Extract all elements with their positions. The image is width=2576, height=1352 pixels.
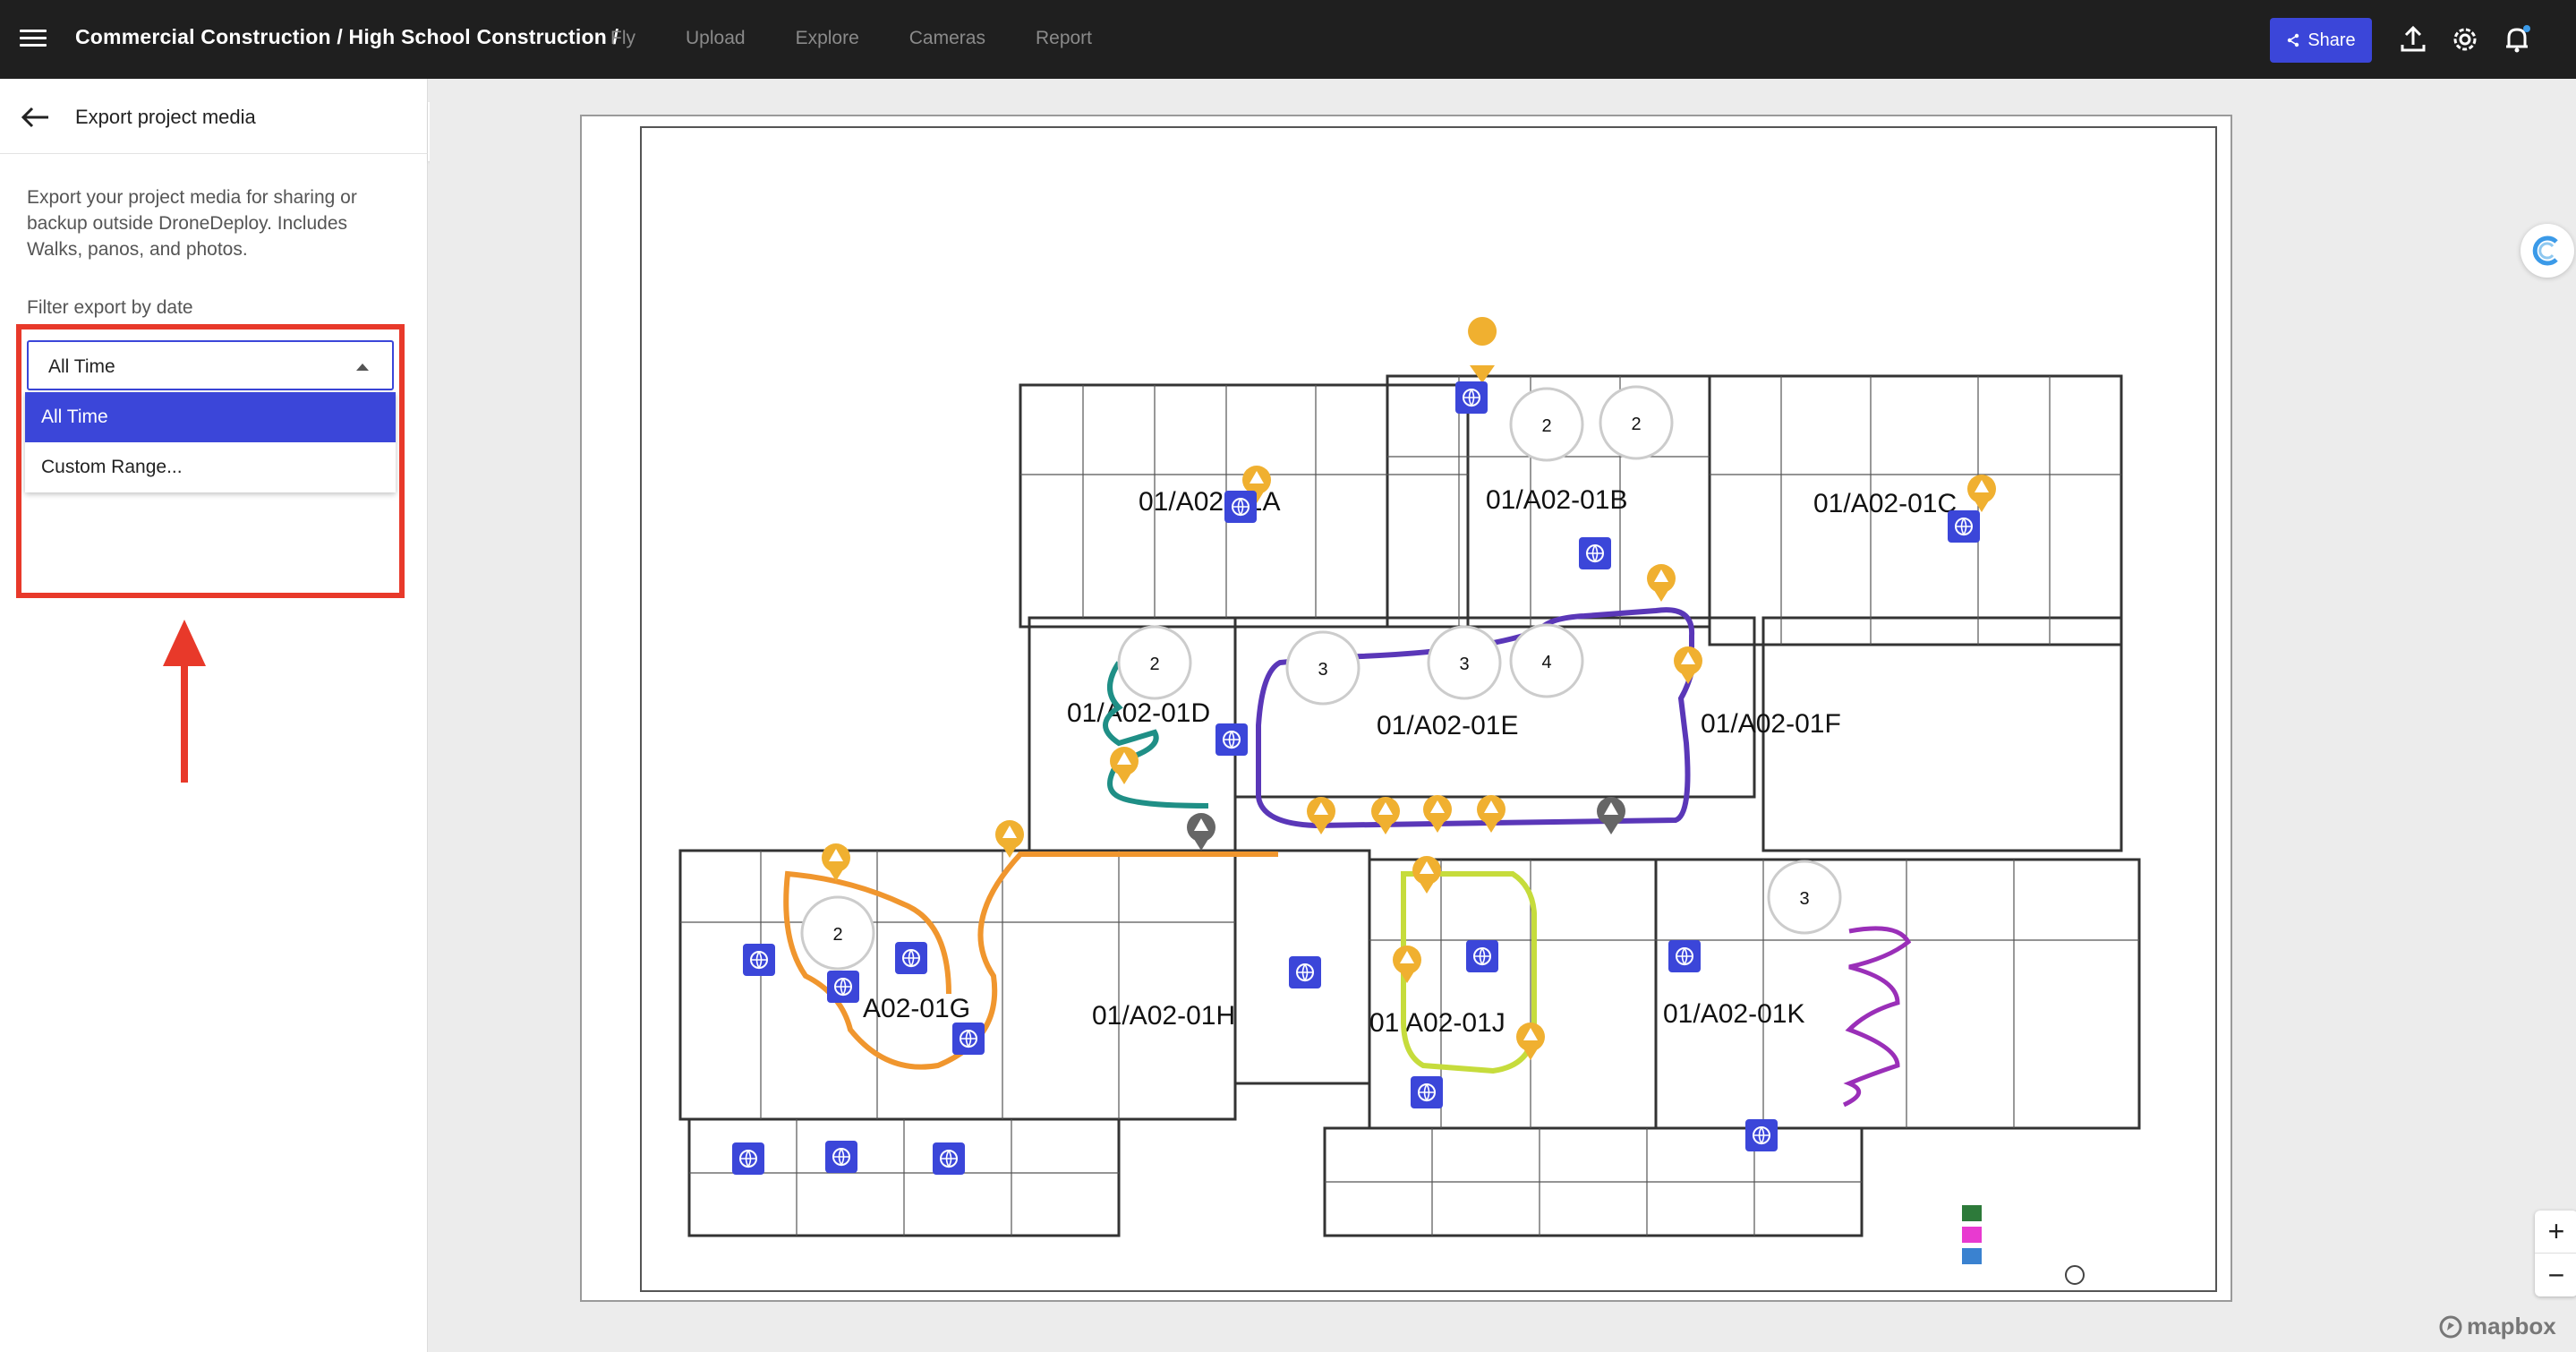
cluster-marker[interactable]: 2 — [800, 895, 875, 971]
pano-globe-icon[interactable] — [1466, 940, 1498, 972]
mapbox-attribution[interactable]: mapbox — [2438, 1313, 2556, 1340]
cluster-count: 2 — [1631, 415, 1641, 434]
warning-pin-icon[interactable] — [1110, 747, 1139, 784]
warning-pin-icon[interactable] — [1477, 795, 1506, 833]
top-bar: Commercial Construction / High School Co… — [0, 0, 2576, 79]
pano-globe-icon[interactable] — [1579, 537, 1611, 569]
upload-icon[interactable] — [2397, 23, 2429, 56]
pano-globe-icon[interactable] — [827, 971, 859, 1003]
walk-path-magenta[interactable] — [1842, 926, 1912, 1108]
mapbox-label: mapbox — [2467, 1313, 2556, 1339]
cluster-count: 3 — [1318, 660, 1327, 680]
warning-pin-icon[interactable] — [1423, 795, 1452, 833]
cluster-count: 2 — [1541, 416, 1551, 436]
area-label-01b: 01/A02-01B — [1486, 485, 1627, 515]
pano-globe-icon[interactable] — [1215, 723, 1248, 756]
warning-pin-icon[interactable] — [1393, 946, 1421, 983]
cluster-marker[interactable]: 2 — [1117, 625, 1192, 700]
pano-globe-icon[interactable] — [952, 1023, 985, 1055]
area-label-01c: 01/A02-01C — [1813, 489, 1957, 518]
cluster-marker[interactable]: 3 — [1427, 625, 1502, 700]
export-media-panel: Export project media Export your project… — [0, 79, 428, 1352]
panel-title: Export project media — [75, 106, 256, 128]
cluster-count: 2 — [1149, 655, 1159, 674]
tab-fly[interactable]: Fly — [610, 28, 635, 49]
cluster-marker[interactable]: 2 — [1509, 387, 1584, 462]
tab-upload[interactable]: Upload — [686, 28, 746, 49]
panel-description: Export your project media for sharing or… — [27, 187, 357, 260]
warning-pin-icon[interactable] — [1468, 317, 1497, 383]
floor-plan-drawing: 01/A02-01A 01/A02-01B 01/A02-01C 01/A02-… — [640, 126, 2217, 1292]
zoom-controls: + − — [2535, 1211, 2576, 1296]
filter-date-label: Filter export by date — [27, 297, 193, 318]
cluster-count: 3 — [1459, 655, 1469, 674]
walk-path-lime[interactable] — [1401, 871, 1537, 1074]
share-icon — [2288, 33, 2299, 47]
cluster-count: 3 — [1799, 889, 1809, 909]
mapbox-logo-icon — [2439, 1315, 2462, 1338]
tab-cameras[interactable]: Cameras — [909, 28, 985, 49]
red-arrow-icon — [163, 620, 206, 783]
pano-globe-icon[interactable] — [1411, 1076, 1443, 1108]
pano-globe-icon[interactable] — [1948, 510, 1980, 543]
issue-pins — [822, 317, 1996, 1060]
warning-pin-icon[interactable] — [1516, 1023, 1545, 1060]
pano-globe-icon[interactable] — [1289, 956, 1321, 988]
bell-icon[interactable] — [2501, 23, 2533, 56]
back-arrow-icon[interactable] — [20, 106, 50, 129]
cluster-count: 4 — [1541, 653, 1551, 672]
warning-pin-icon[interactable] — [1371, 797, 1400, 834]
warning-pin-icon[interactable] — [1674, 646, 1702, 684]
panel-header: Export project media — [0, 79, 428, 154]
zoom-in-button[interactable]: + — [2535, 1211, 2576, 1254]
pano-globe-icon[interactable] — [1455, 381, 1488, 414]
area-label-01f: 01/A02-01F — [1701, 709, 1841, 739]
highlight-box — [16, 324, 405, 598]
plan-legend — [1962, 1205, 1982, 1264]
area-label-01e: 01/A02-01E — [1377, 711, 1518, 740]
tab-explore[interactable]: Explore — [796, 28, 859, 49]
pano-globe-icon[interactable] — [1224, 491, 1257, 523]
cluster-marker[interactable]: 3 — [1767, 860, 1842, 935]
grey-pin-icon[interactable] — [1597, 797, 1625, 834]
pano-globe-icon[interactable] — [743, 944, 775, 976]
area-label-01j: 01 A02-01J — [1369, 1008, 1506, 1038]
nav-tabs: Fly Upload Explore Cameras Report — [610, 28, 1142, 49]
cluster-marker[interactable]: 2 — [1599, 385, 1674, 460]
cluster-marker[interactable]: 4 — [1509, 623, 1584, 698]
breadcrumb[interactable]: Commercial Construction / High School Co… — [75, 25, 618, 49]
warning-pin-icon[interactable] — [1412, 856, 1441, 894]
cluster-marker[interactable]: 3 — [1285, 630, 1361, 706]
pano-pins — [732, 381, 1980, 1175]
north-arrow-icon — [2065, 1265, 2085, 1285]
pano-globe-icon[interactable] — [732, 1142, 764, 1175]
floor-plan-sheet[interactable]: 01/A02-01A 01/A02-01B 01/A02-01C 01/A02-… — [580, 115, 2232, 1302]
warning-pin-icon[interactable] — [1647, 564, 1676, 602]
warning-pin-icon[interactable] — [1967, 475, 1996, 512]
warning-pin-icon[interactable] — [822, 843, 850, 881]
zoom-out-button[interactable]: − — [2535, 1254, 2576, 1296]
pano-globe-icon[interactable] — [933, 1142, 965, 1175]
pano-globe-icon[interactable] — [1745, 1119, 1778, 1151]
area-label-01k: 01/A02-01K — [1663, 999, 1804, 1029]
pano-globe-icon[interactable] — [1668, 940, 1701, 972]
pano-globe-icon[interactable] — [895, 942, 927, 974]
pano-globe-icon[interactable] — [825, 1141, 857, 1173]
cluster-count: 2 — [832, 925, 842, 945]
hamburger-menu-icon[interactable] — [20, 25, 48, 54]
share-button[interactable]: Share — [2270, 18, 2372, 63]
tab-report[interactable]: Report — [1036, 28, 1092, 49]
area-label-01g: A02-01G — [863, 994, 970, 1023]
assistant-badge-icon[interactable] — [2521, 224, 2574, 278]
area-label-01h: 01/A02-01H — [1092, 1001, 1235, 1031]
area-label-01d: 01/A02-01D — [1067, 698, 1210, 728]
share-label: Share — [2307, 30, 2356, 50]
c-logo-icon — [2532, 235, 2558, 266]
gear-icon[interactable] — [2449, 23, 2481, 56]
warning-pin-icon[interactable] — [1307, 797, 1335, 834]
grey-pin-icon[interactable] — [1187, 813, 1215, 851]
